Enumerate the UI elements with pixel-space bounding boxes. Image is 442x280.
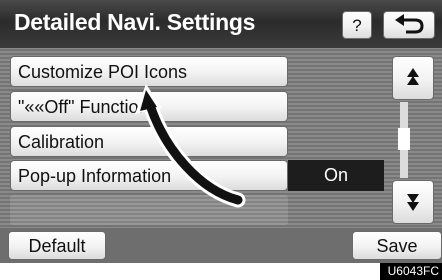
back-button[interactable] [383,11,435,39]
customize-poi-icons-button[interactable]: Customize POI Icons [10,56,288,87]
popup-information-value: On [288,160,384,191]
default-button[interactable]: Default [8,231,106,260]
empty-list-row [10,195,288,225]
popup-information-button[interactable]: Pop-up Information [10,160,288,191]
help-button[interactable]: ? [342,11,372,39]
figure-code: U6043FC [379,263,442,280]
save-button[interactable]: Save [352,231,442,260]
scroll-up-button[interactable] [392,56,434,100]
navi-settings-screen: Detailed Navi. Settings ? Customize POI … [0,0,442,263]
scrollbar-thumb[interactable] [398,128,410,150]
off-function-button[interactable]: "««Off" Function [10,91,288,122]
back-arrow-icon [395,14,424,34]
header-bar: Detailed Navi. Settings ? [0,0,442,48]
scroll-down-icon [407,194,419,211]
scroll-up-icon [407,68,419,85]
page-title: Detailed Navi. Settings [14,9,256,35]
calibration-button[interactable]: Calibration [10,126,288,157]
scroll-down-button[interactable] [392,180,434,224]
